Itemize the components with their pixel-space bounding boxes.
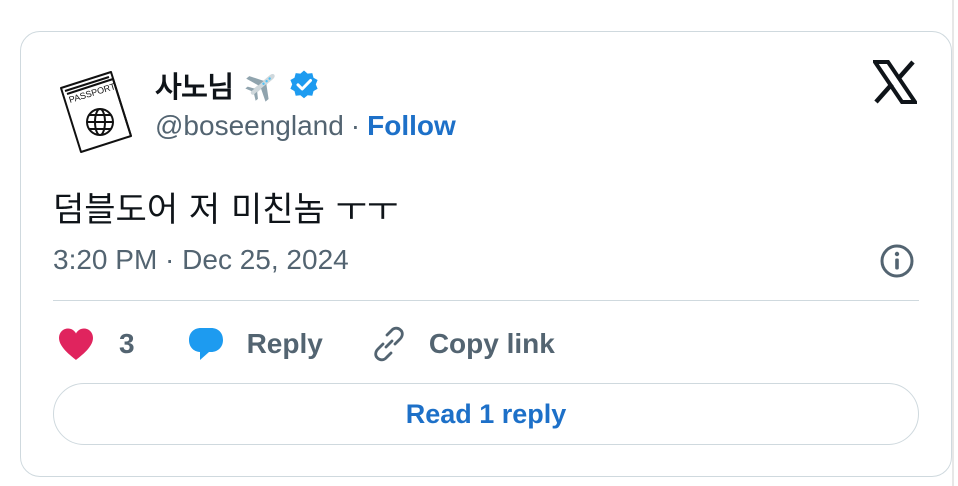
reply-label: Reply (246, 328, 323, 359)
author-header: 사노님 @boseengland · Follow (155, 66, 456, 142)
tweet-text: 덤블도어 저 미친놈 ㅜㅜ (53, 190, 399, 230)
action-bar: 3 Reply Copy link (57, 324, 555, 364)
reply-button[interactable]: Reply (187, 326, 323, 362)
link-icon (374, 326, 404, 362)
author-handle[interactable]: @boseengland (155, 110, 344, 142)
separator-dot: · (350, 110, 361, 141)
divider (53, 300, 919, 301)
like-button[interactable]: 3 (57, 327, 135, 361)
tweet-timestamp[interactable]: 3:20 PM · Dec 25, 2024 (53, 244, 349, 276)
avatar[interactable]: PASSPORT (53, 64, 143, 154)
tweet-embed-card: PASSPORT 사노님 @boseengland · Follow 덤블도어 … (20, 31, 952, 477)
passport-icon: PASSPORT (60, 71, 132, 153)
airplane-icon (244, 74, 275, 102)
page-edge (952, 0, 954, 486)
copy-link-button[interactable]: Copy link (371, 326, 555, 362)
follow-button[interactable]: Follow (367, 110, 456, 142)
info-icon[interactable] (879, 243, 915, 279)
reply-bubble-icon (188, 328, 223, 360)
like-count: 3 (119, 328, 135, 359)
read-replies-button[interactable]: Read 1 reply (53, 383, 919, 445)
heart-icon (59, 328, 93, 360)
copy-link-label: Copy link (428, 328, 555, 359)
author-name[interactable]: 사노님 (155, 64, 234, 106)
x-logo-icon[interactable] (873, 60, 917, 104)
verified-badge-icon (289, 70, 318, 99)
